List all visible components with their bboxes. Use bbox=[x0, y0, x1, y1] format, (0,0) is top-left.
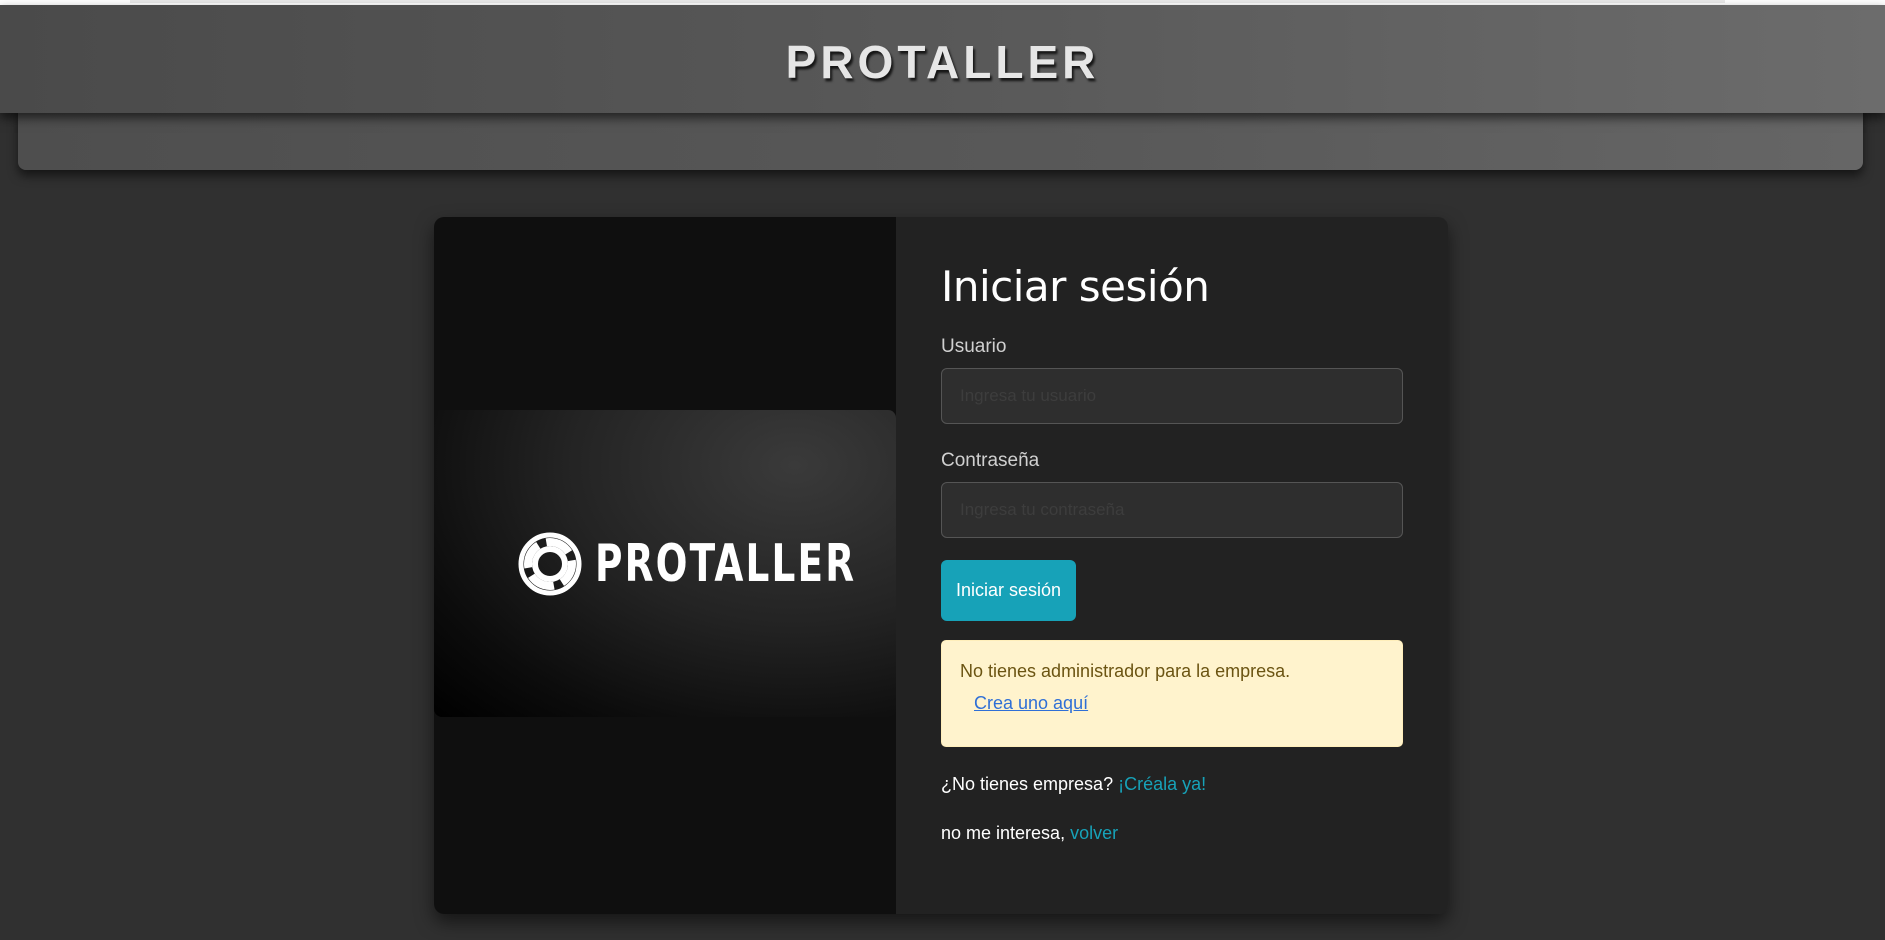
login-button[interactable]: Iniciar sesión bbox=[941, 560, 1076, 621]
warning-alert: No tienes administrador para la empresa.… bbox=[941, 640, 1403, 747]
logo-panel: PROTALLER bbox=[434, 217, 896, 914]
username-input[interactable] bbox=[941, 368, 1403, 424]
no-company-text: ¿No tienes empresa? bbox=[941, 774, 1114, 794]
logo: PROTALLER bbox=[517, 531, 857, 597]
create-admin-link[interactable]: Crea uno aquí bbox=[974, 693, 1088, 714]
alert-message: No tienes administrador para la empresa. bbox=[960, 661, 1291, 681]
username-label: Usuario bbox=[941, 336, 1007, 357]
back-link[interactable]: volver bbox=[1070, 823, 1118, 843]
login-form-panel: Iniciar sesión Usuario Contraseña Inicia… bbox=[896, 217, 1448, 914]
back-row: no me interesa, volver bbox=[941, 823, 1402, 844]
logo-wordmark: PROTALLER bbox=[595, 533, 857, 594]
login-card: PROTALLER Iniciar sesión Usuario Contras… bbox=[434, 217, 1448, 914]
no-company-row: ¿No tienes empresa? ¡Créala ya! bbox=[941, 774, 1402, 795]
password-input[interactable] bbox=[941, 482, 1403, 538]
password-label: Contraseña bbox=[941, 450, 1040, 471]
header-brand: PROTALLER bbox=[785, 36, 1100, 88]
login-title: Iniciar sesión bbox=[941, 262, 1210, 311]
not-interested-text: no me interesa, bbox=[941, 823, 1066, 843]
logo-banner: PROTALLER bbox=[434, 410, 896, 717]
top-edge-line bbox=[130, 0, 1725, 3]
header-bar: PROTALLER bbox=[0, 5, 1885, 113]
create-company-link[interactable]: ¡Créala ya! bbox=[1118, 774, 1206, 794]
lifebuoy-ring-icon bbox=[518, 532, 582, 595]
